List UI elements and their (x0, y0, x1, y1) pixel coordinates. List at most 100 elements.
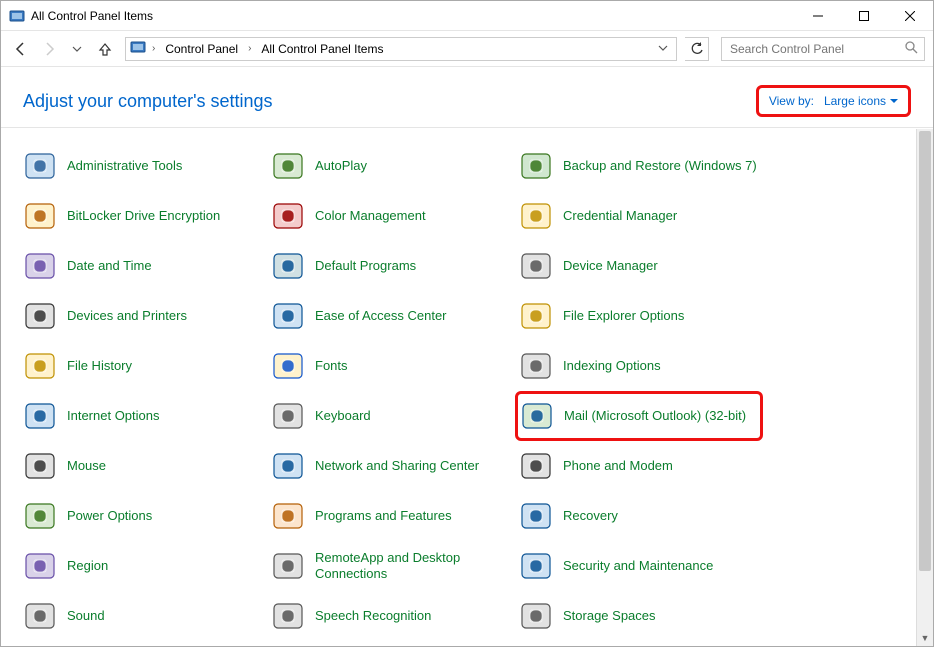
control-panel-item[interactable]: Power Options (19, 491, 267, 541)
item-label: Speech Recognition (315, 608, 431, 624)
item-label: Color Management (315, 208, 426, 224)
control-panel-item[interactable]: File History (19, 341, 267, 391)
view-by-label: View by: (769, 94, 814, 108)
item-label: Programs and Features (315, 508, 452, 524)
network-sharing-icon (271, 449, 305, 483)
control-panel-item[interactable]: Security and Maintenance (515, 541, 763, 591)
control-panel-item[interactable]: Fonts (267, 341, 515, 391)
color-mgmt-icon (271, 199, 305, 233)
address-dropdown-button[interactable] (654, 42, 672, 56)
item-label: Power Options (67, 508, 152, 524)
keyboard-icon (271, 399, 305, 433)
item-label: Internet Options (67, 408, 160, 424)
breadcrumb-all-items[interactable]: All Control Panel Items (257, 42, 387, 56)
item-label: Network and Sharing Center (315, 458, 479, 474)
security-maint-icon (519, 549, 553, 583)
control-panel-item[interactable]: Region (19, 541, 267, 591)
control-panel-item[interactable]: Mouse (19, 441, 267, 491)
maximize-button[interactable] (841, 1, 887, 31)
storage-spaces-icon (519, 599, 553, 633)
item-label: Phone and Modem (563, 458, 673, 474)
item-label: Default Programs (315, 258, 416, 274)
control-panel-item[interactable]: Devices and Printers (19, 291, 267, 341)
default-programs-icon (271, 249, 305, 283)
address-bar[interactable]: › Control Panel › All Control Panel Item… (125, 37, 677, 61)
control-panel-item[interactable]: Keyboard (267, 391, 515, 441)
bitlocker-icon (23, 199, 57, 233)
control-panel-item[interactable]: Storage Spaces (515, 591, 763, 641)
control-panel-item[interactable]: AutoPlay (267, 141, 515, 191)
control-panel-item[interactable]: Credential Manager (515, 191, 763, 241)
back-button[interactable] (9, 37, 33, 61)
control-panel-item[interactable]: Internet Options (19, 391, 267, 441)
device-mgr-icon (519, 249, 553, 283)
window-title: All Control Panel Items (31, 9, 153, 23)
control-panel-item[interactable]: Ease of Access Center (267, 291, 515, 341)
recent-locations-button[interactable] (65, 37, 89, 61)
file-explorer-opts-icon (519, 299, 553, 333)
control-panel-item[interactable]: Administrative Tools (19, 141, 267, 191)
address-icon (130, 39, 146, 58)
recovery-icon (519, 499, 553, 533)
control-panel-item[interactable]: Indexing Options (515, 341, 763, 391)
scroll-down-button[interactable]: ▼ (917, 629, 933, 646)
control-panel-item[interactable]: Date and Time (19, 241, 267, 291)
control-panel-item[interactable]: Programs and Features (267, 491, 515, 541)
titlebar: All Control Panel Items (1, 1, 933, 31)
refresh-button[interactable] (685, 37, 709, 61)
credential-mgr-icon (519, 199, 553, 233)
item-label: AutoPlay (315, 158, 367, 174)
control-panel-item[interactable]: Phone and Modem (515, 441, 763, 491)
indexing-icon (519, 349, 553, 383)
control-panel-item[interactable]: File Explorer Options (515, 291, 763, 341)
backup-restore-icon (519, 149, 553, 183)
item-label: Mail (Microsoft Outlook) (32-bit) (564, 408, 746, 424)
phone-modem-icon (519, 449, 553, 483)
control-panel-item[interactable]: Recovery (515, 491, 763, 541)
search-input[interactable] (728, 41, 904, 57)
view-by-value: Large icons (824, 94, 886, 108)
header-row: Adjust your computer's settings View by:… (1, 67, 933, 128)
internet-opts-icon (23, 399, 57, 433)
control-panel-item[interactable]: Mail (Microsoft Outlook) (32-bit) (515, 391, 763, 441)
control-panel-item[interactable]: Sound (19, 591, 267, 641)
content-area: Administrative Tools AutoPlay Backup and R… (1, 129, 933, 646)
search-icon (904, 40, 918, 57)
admin-tools-icon (23, 149, 57, 183)
control-panel-icon (9, 8, 25, 24)
control-panel-item[interactable]: Device Manager (515, 241, 763, 291)
chevron-right-icon[interactable]: › (150, 43, 157, 54)
item-label: Administrative Tools (67, 158, 182, 174)
control-panel-item[interactable]: Color Management (267, 191, 515, 241)
item-label: File Explorer Options (563, 308, 684, 324)
minimize-button[interactable] (795, 1, 841, 31)
forward-button[interactable] (37, 37, 61, 61)
chevron-down-icon (890, 97, 898, 105)
control-panel-item[interactable]: RemoteApp and Desktop Connections (267, 541, 515, 591)
file-history-icon (23, 349, 57, 383)
control-panel-item[interactable]: Network and Sharing Center (267, 441, 515, 491)
item-label: Mouse (67, 458, 106, 474)
close-button[interactable] (887, 1, 933, 31)
view-by-dropdown[interactable]: Large icons (824, 94, 898, 108)
up-button[interactable] (93, 37, 117, 61)
scrollbar-thumb[interactable] (919, 131, 931, 571)
control-panel-item[interactable]: BitLocker Drive Encryption (19, 191, 267, 241)
item-label: Device Manager (563, 258, 658, 274)
vertical-scrollbar[interactable]: ▲ ▼ (916, 129, 933, 646)
control-panel-item[interactable]: Backup and Restore (Windows 7) (515, 141, 763, 191)
search-box[interactable] (721, 37, 925, 61)
breadcrumb-control-panel[interactable]: Control Panel (161, 42, 242, 56)
control-panel-item[interactable]: Speech Recognition (267, 591, 515, 641)
item-label: Indexing Options (563, 358, 661, 374)
mouse-icon (23, 449, 57, 483)
items-grid: Administrative Tools AutoPlay Backup and R… (19, 141, 927, 641)
item-label: Credential Manager (563, 208, 677, 224)
control-panel-item[interactable]: Default Programs (267, 241, 515, 291)
fonts-icon (271, 349, 305, 383)
region-icon (23, 549, 57, 583)
item-label: Devices and Printers (67, 308, 187, 324)
chevron-right-icon[interactable]: › (246, 43, 253, 54)
sound-icon (23, 599, 57, 633)
ease-access-icon (271, 299, 305, 333)
